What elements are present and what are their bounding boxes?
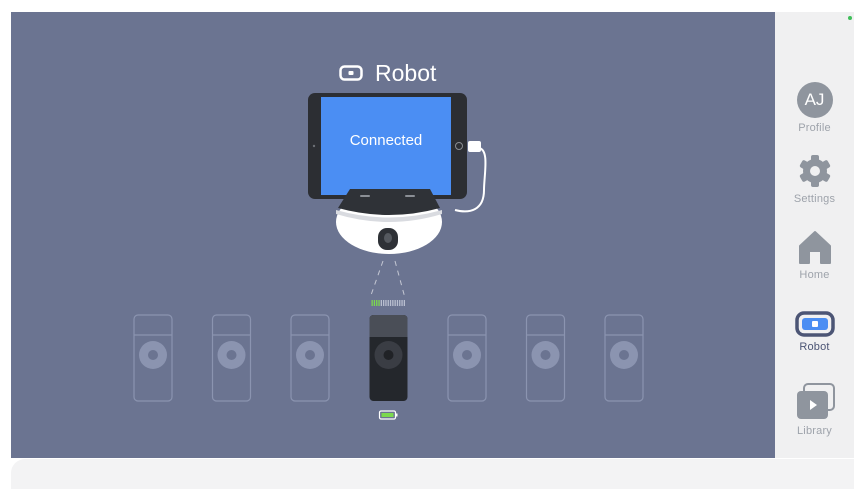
signal-bar: [383, 300, 385, 306]
signal-bar: [376, 300, 378, 306]
nav-profile[interactable]: AJ Profile: [775, 82, 854, 134]
signal-bar: [387, 300, 389, 306]
signal-bar: [389, 300, 392, 306]
nav-label-library: Library: [796, 425, 833, 437]
signal-bar: [380, 300, 382, 306]
nav-label-profile: Profile: [798, 122, 831, 134]
battery-tip: [396, 413, 398, 417]
sensor-row: [133, 300, 644, 420]
signal-bar: [392, 300, 394, 306]
nav-settings[interactable]: Settings: [775, 153, 854, 205]
avatar: AJ: [796, 82, 833, 118]
signal-bar: [373, 300, 376, 306]
battery-level: [381, 413, 394, 417]
screen-status-text: Connected: [349, 131, 423, 149]
home-icon: [798, 231, 831, 264]
robot-icon: [794, 311, 835, 337]
gear-icon: [799, 155, 830, 187]
signal-bar: [385, 300, 387, 306]
signal-bar: [401, 300, 403, 306]
nav-label-robot: Robot: [799, 341, 830, 353]
signal-bar: [396, 300, 399, 306]
signal-bar: [399, 300, 401, 306]
nav-label-settings: Settings: [793, 193, 836, 205]
signal-bar: [378, 300, 380, 306]
nav-robot[interactable]: Robot: [775, 311, 854, 353]
nav-home[interactable]: Home: [775, 229, 854, 281]
play-library-icon: [796, 383, 835, 419]
nav-label-home: Home: [799, 269, 830, 281]
nav-library[interactable]: Library: [775, 383, 854, 437]
signal-bar: [403, 300, 405, 306]
signal-bar: [371, 300, 373, 306]
signal-bar: [394, 300, 396, 306]
